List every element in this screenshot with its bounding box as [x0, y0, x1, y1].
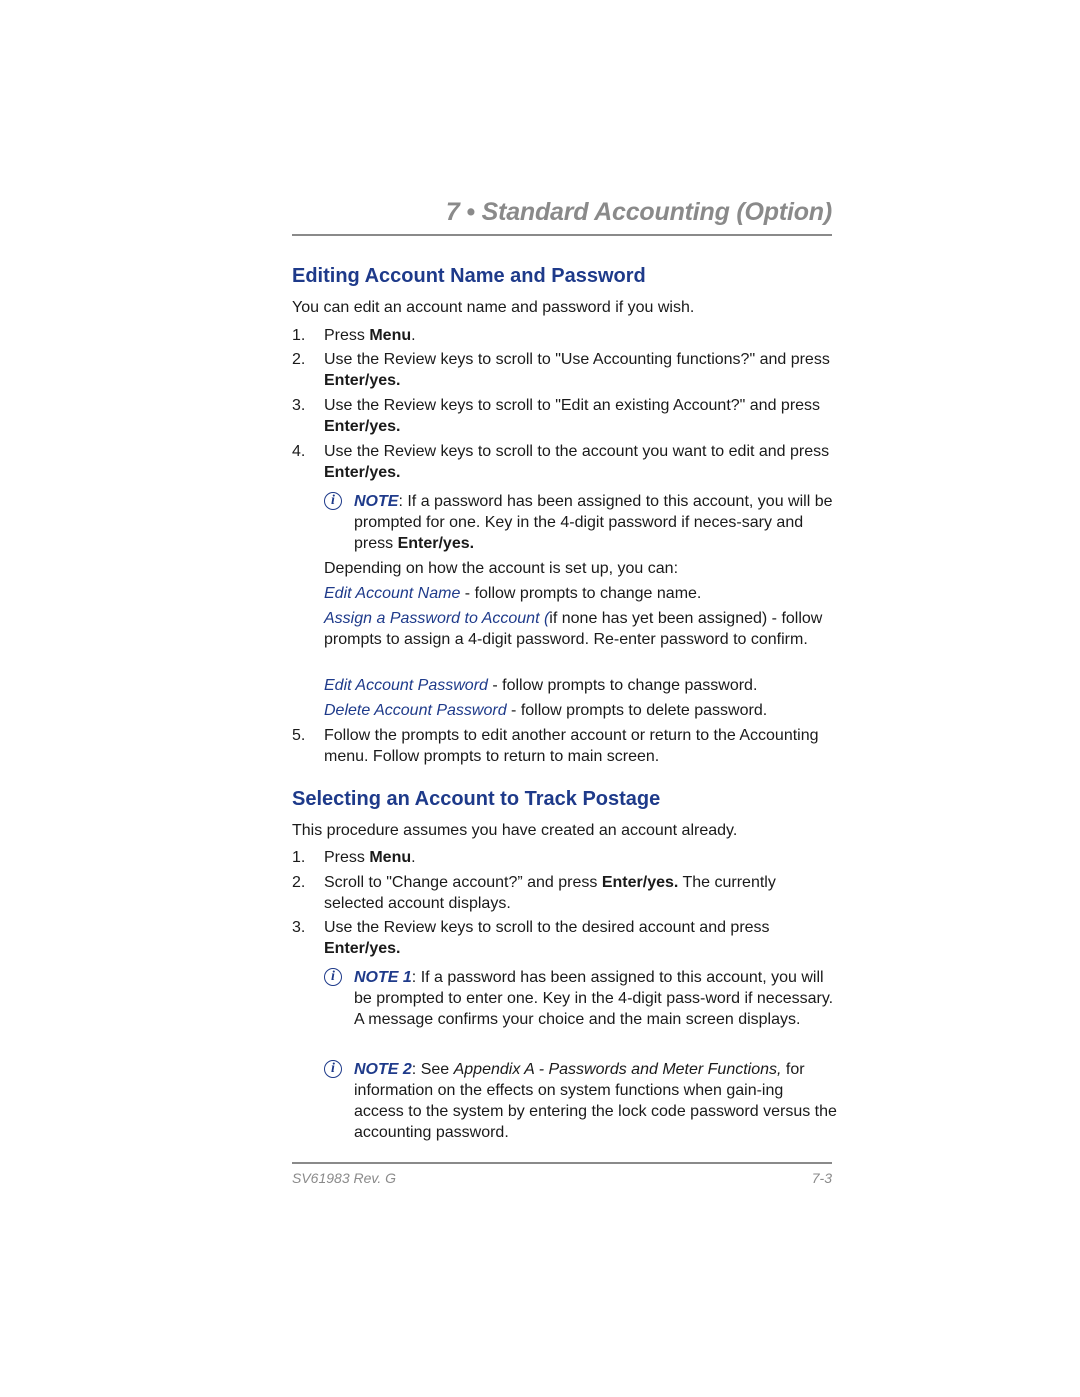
section-heading-selecting: Selecting an Account to Track Postage — [292, 788, 661, 810]
option-name: Delete Account Password — [324, 702, 507, 719]
chapter-title: 7 • Standard Accounting (Option) — [445, 198, 832, 226]
step-item: 3. Use the Review keys to scroll to "Edi… — [292, 395, 837, 437]
key-name: Enter/yes. — [397, 535, 475, 552]
note-label: NOTE — [354, 493, 399, 510]
note-callout: i NOTE 2: See Appendix A - Passwords and… — [324, 1059, 837, 1143]
step-text: Use the Review keys to scroll to the acc… — [324, 443, 830, 460]
info-icon: i — [324, 968, 342, 986]
key-name: Menu — [369, 849, 412, 866]
step-text: Use the Review keys to scroll to "Use Ac… — [324, 351, 830, 368]
document-id: SV61983 Rev. G — [292, 1170, 397, 1186]
step-text: Scroll to "Change account?” and press — [324, 874, 602, 891]
chapter-divider — [292, 234, 832, 236]
step-text: Follow the prompts to edit another accou… — [324, 727, 819, 765]
step-text: . — [411, 327, 416, 344]
step-number: 2. — [292, 874, 306, 891]
step-text: Press — [324, 327, 370, 344]
section-heading-editing: Editing Account Name and Password — [292, 265, 646, 287]
info-icon: i — [324, 1060, 342, 1078]
section-intro: This procedure assumes you have created … — [292, 822, 738, 839]
key-name: Enter/yes. — [324, 372, 401, 389]
key-name: Menu — [369, 327, 412, 344]
step-number: 3. — [292, 919, 306, 936]
step-number: 4. — [292, 443, 306, 460]
step-item: 1. Press Menu. — [292, 847, 837, 868]
option-item: Delete Account Password - follow prompts… — [324, 700, 837, 721]
key-name: Enter/yes. — [324, 464, 401, 481]
info-icon: i — [324, 492, 342, 510]
step-item: 5. Follow the prompts to edit another ac… — [292, 725, 837, 767]
step-item: 4. Use the Review keys to scroll to the … — [292, 441, 837, 483]
step-item: 2. Use the Review keys to scroll to "Use… — [292, 349, 837, 391]
note-label: NOTE 1 — [354, 969, 412, 986]
option-description: - follow prompts to change password. — [487, 677, 758, 694]
step-text: . — [411, 849, 416, 866]
option-item: Edit Account Password - follow prompts t… — [324, 675, 837, 696]
step-item: 1. Press Menu. — [292, 325, 837, 346]
step-number: 2. — [292, 351, 306, 368]
option-item: Edit Account Name - follow prompts to ch… — [324, 583, 837, 604]
section-intro: You can edit an account name and passwor… — [292, 299, 695, 316]
option-name: Edit Account Password — [324, 677, 488, 694]
step-text: Use the Review keys to scroll to "Edit a… — [324, 397, 821, 414]
step-number: 5. — [292, 727, 306, 744]
option-name: Assign a Password to Account ( — [324, 610, 550, 627]
appendix-reference: Appendix A - Passwords and Meter Functio… — [453, 1061, 782, 1078]
option-name: Edit Account Name — [324, 585, 461, 602]
options-intro: Depending on how the account is set up, … — [324, 560, 679, 577]
step-item: 2. Scroll to "Change account?” and press… — [292, 872, 837, 914]
note-text: See — [416, 1061, 454, 1078]
step-number: 3. — [292, 397, 306, 414]
option-description: - follow prompts to change name. — [460, 585, 702, 602]
note-text: If a password has been assigned to this … — [354, 969, 834, 1028]
note-callout: i NOTE: If a password has been assigned … — [324, 491, 837, 554]
option-item: Assign a Password to Account (if none ha… — [324, 608, 837, 650]
footer-divider — [292, 1162, 832, 1164]
step-item: 3. Use the Review keys to scroll to the … — [292, 917, 837, 959]
note-label: NOTE 2 — [354, 1061, 412, 1078]
step-text: Use the Review keys to scroll to the des… — [324, 919, 770, 936]
step-number: 1. — [292, 327, 306, 344]
note-callout: i NOTE 1: If a password has been assigne… — [324, 967, 837, 1030]
key-name: Enter/yes. — [324, 940, 401, 957]
key-name: Enter/yes. — [324, 418, 401, 435]
page-number: 7-3 — [811, 1170, 832, 1186]
step-text: Press — [324, 849, 370, 866]
key-name: Enter/yes. — [601, 874, 679, 891]
step-number: 1. — [292, 849, 306, 866]
option-description: - follow prompts to delete password. — [506, 702, 768, 719]
